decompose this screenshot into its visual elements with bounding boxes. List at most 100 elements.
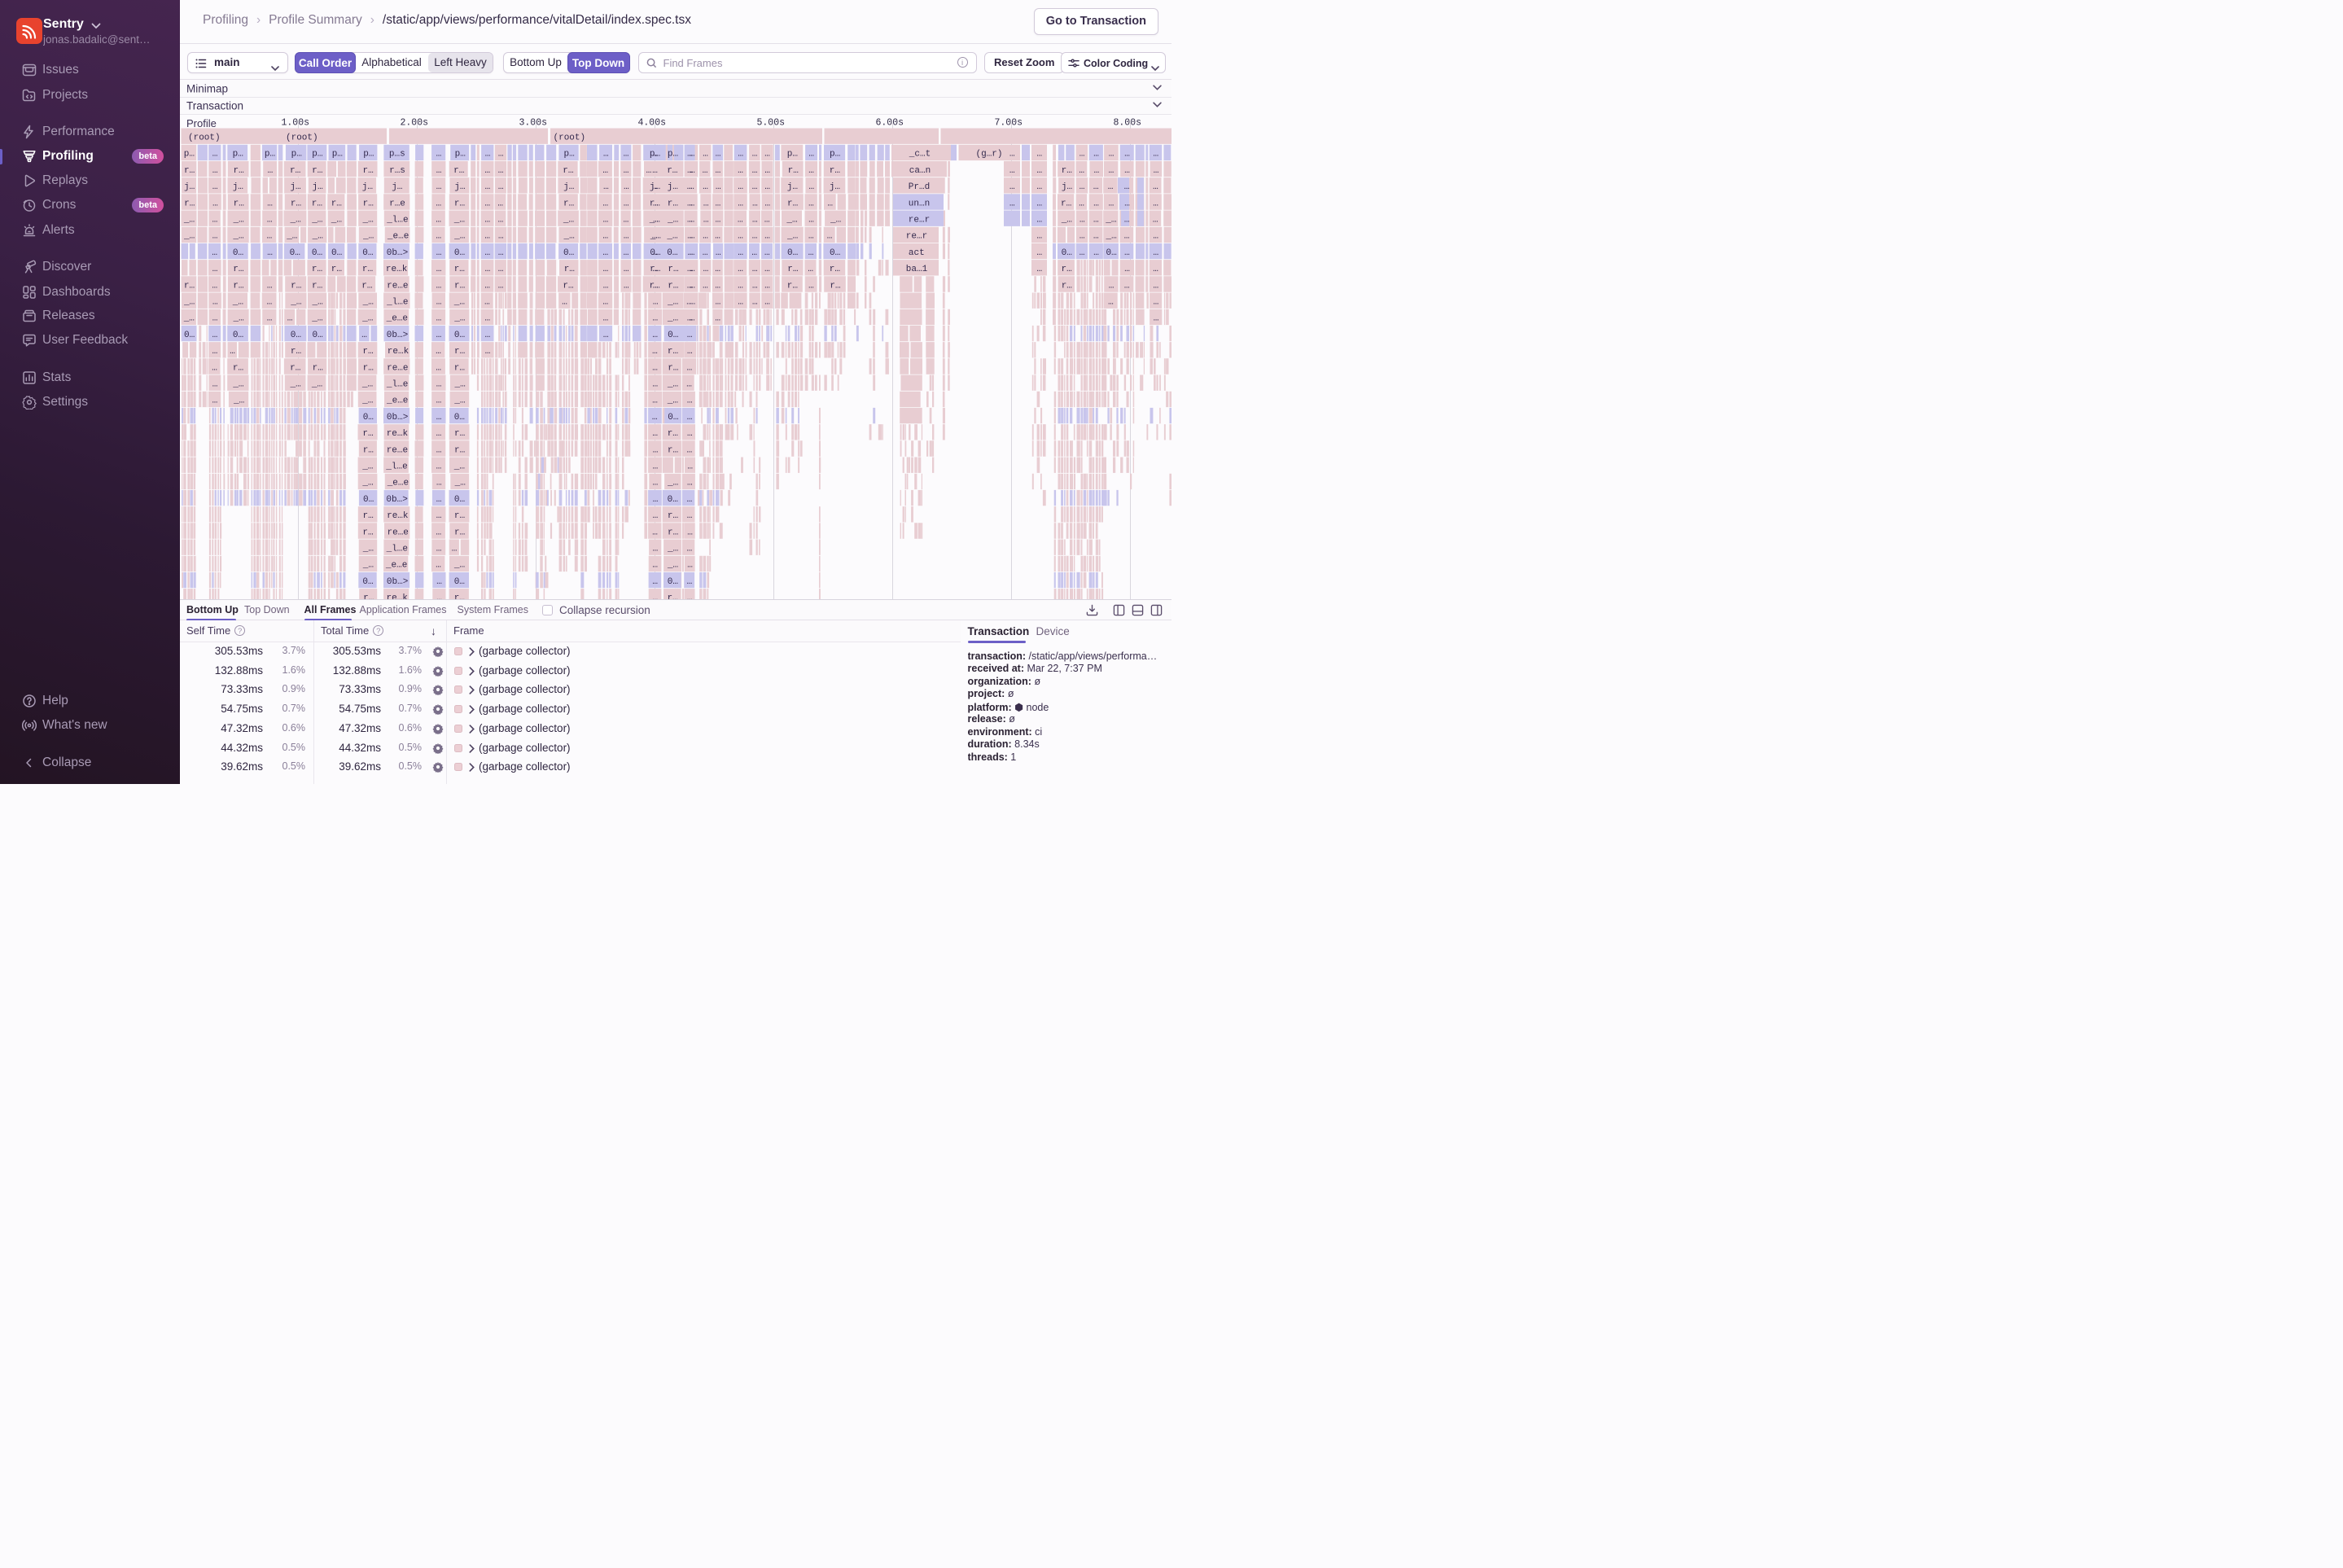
svg-text:r…: r… <box>668 265 678 274</box>
svg-text:…: … <box>562 298 567 308</box>
svg-text:r…: r… <box>363 363 374 373</box>
svg-text:_…: _… <box>453 561 465 571</box>
svg-text:r…: r… <box>668 429 678 439</box>
svg-text:…: … <box>687 166 693 176</box>
svg-text:0…: 0… <box>668 413 678 423</box>
svg-text:…: … <box>212 281 218 291</box>
svg-text:3.00s: 3.00s <box>519 118 548 129</box>
svg-text:…: … <box>452 545 458 554</box>
svg-text:…: … <box>652 182 658 192</box>
svg-text:un…n: un…n <box>909 199 930 208</box>
svg-text:r…: r… <box>830 166 840 176</box>
svg-text:j…: j… <box>787 182 798 192</box>
svg-text:…: … <box>485 347 491 357</box>
svg-text:…: … <box>653 545 659 554</box>
svg-text:p…: p… <box>363 150 374 160</box>
svg-text:re…k: re…k <box>388 347 409 357</box>
svg-text:…: … <box>653 199 659 208</box>
svg-text:0…: 0… <box>454 495 465 505</box>
svg-text:r…: r… <box>454 199 465 208</box>
svg-text:…: … <box>603 150 609 160</box>
svg-text:…: … <box>212 396 218 406</box>
svg-text:re…e: re…e <box>388 528 409 537</box>
svg-text:…: … <box>764 265 770 274</box>
svg-text:…: … <box>1108 298 1114 308</box>
svg-text:_…: _… <box>454 479 466 488</box>
svg-text:…: … <box>1037 182 1043 192</box>
svg-text:0…: 0… <box>563 248 574 258</box>
svg-text:…: … <box>267 248 273 258</box>
svg-text:r…: r… <box>668 593 678 599</box>
svg-text:r…: r… <box>668 528 678 537</box>
svg-text:act: act <box>909 248 925 258</box>
svg-text:re…e: re…e <box>387 445 408 455</box>
svg-text:…: … <box>808 150 814 160</box>
svg-text:…: … <box>1093 216 1099 226</box>
svg-text:…: … <box>485 331 491 340</box>
svg-text:…: … <box>687 429 693 439</box>
svg-text:…: … <box>1154 298 1159 308</box>
svg-text:…: … <box>808 248 814 258</box>
svg-text:…: … <box>624 166 629 176</box>
svg-text:r…: r… <box>184 199 195 208</box>
svg-text:…: … <box>603 248 609 258</box>
svg-text:re…r: re…r <box>909 216 930 226</box>
svg-text:r…: r… <box>830 265 840 274</box>
svg-text:…: … <box>1094 166 1100 176</box>
svg-text:_e…e: _e…e <box>386 314 408 324</box>
svg-text:…: … <box>703 166 708 176</box>
svg-text:…: … <box>752 232 758 242</box>
svg-text:r…: r… <box>362 347 373 357</box>
svg-text:…: … <box>738 248 743 258</box>
svg-text:_…: _… <box>286 232 297 242</box>
svg-text:r…: r… <box>233 363 243 373</box>
svg-text:…: … <box>687 347 693 357</box>
svg-text:…: … <box>1153 182 1158 192</box>
svg-text:0b…>: 0b…> <box>387 248 408 258</box>
svg-text:…: … <box>436 429 442 439</box>
svg-text:…: … <box>652 166 658 176</box>
svg-text:r…s: r…s <box>389 166 405 176</box>
svg-text:2.00s: 2.00s <box>401 118 429 129</box>
svg-text:…: … <box>1009 150 1015 160</box>
svg-text:r…: r… <box>830 281 840 291</box>
svg-text:r…: r… <box>362 429 373 439</box>
svg-text:…: … <box>268 166 274 176</box>
svg-text:…: … <box>652 347 658 357</box>
svg-text:…: … <box>1037 216 1043 226</box>
svg-text:…: … <box>687 314 693 324</box>
svg-text:_…: _… <box>453 314 465 324</box>
svg-text:…: … <box>436 150 442 160</box>
svg-text:_…: _… <box>183 232 195 242</box>
svg-text:…: … <box>687 445 693 455</box>
svg-text:r…: r… <box>363 445 374 455</box>
svg-text:_…: _… <box>232 380 243 390</box>
svg-text:r…: r… <box>563 166 573 176</box>
svg-text:…: … <box>652 577 658 587</box>
svg-text:…: … <box>1153 199 1158 208</box>
svg-text:…: … <box>498 150 504 160</box>
svg-text:…: … <box>603 232 609 242</box>
svg-text:r…: r… <box>291 199 301 208</box>
svg-text:_…: _… <box>453 462 465 472</box>
svg-text:…: … <box>212 265 218 274</box>
svg-text:…: … <box>716 166 721 176</box>
svg-text:…: … <box>436 445 442 455</box>
svg-text:0…: 0… <box>233 331 243 340</box>
svg-text:…: … <box>752 281 758 291</box>
svg-text:…: … <box>687 413 693 423</box>
svg-text:0…: 0… <box>291 331 301 340</box>
svg-text:_…: _… <box>290 216 301 226</box>
svg-text:…: … <box>212 166 218 176</box>
svg-text:…: … <box>688 248 694 258</box>
svg-text:…: … <box>267 216 273 226</box>
svg-text:r…: r… <box>563 281 573 291</box>
svg-text:…: … <box>624 216 629 226</box>
svg-text:_…: _… <box>453 298 465 308</box>
svg-text:r…: r… <box>454 363 465 373</box>
svg-text:…: … <box>436 413 442 423</box>
svg-text:r…: r… <box>454 429 465 439</box>
svg-text:…: … <box>1037 150 1043 160</box>
svg-text:r…: r… <box>563 199 574 208</box>
svg-text:…: … <box>485 150 491 160</box>
